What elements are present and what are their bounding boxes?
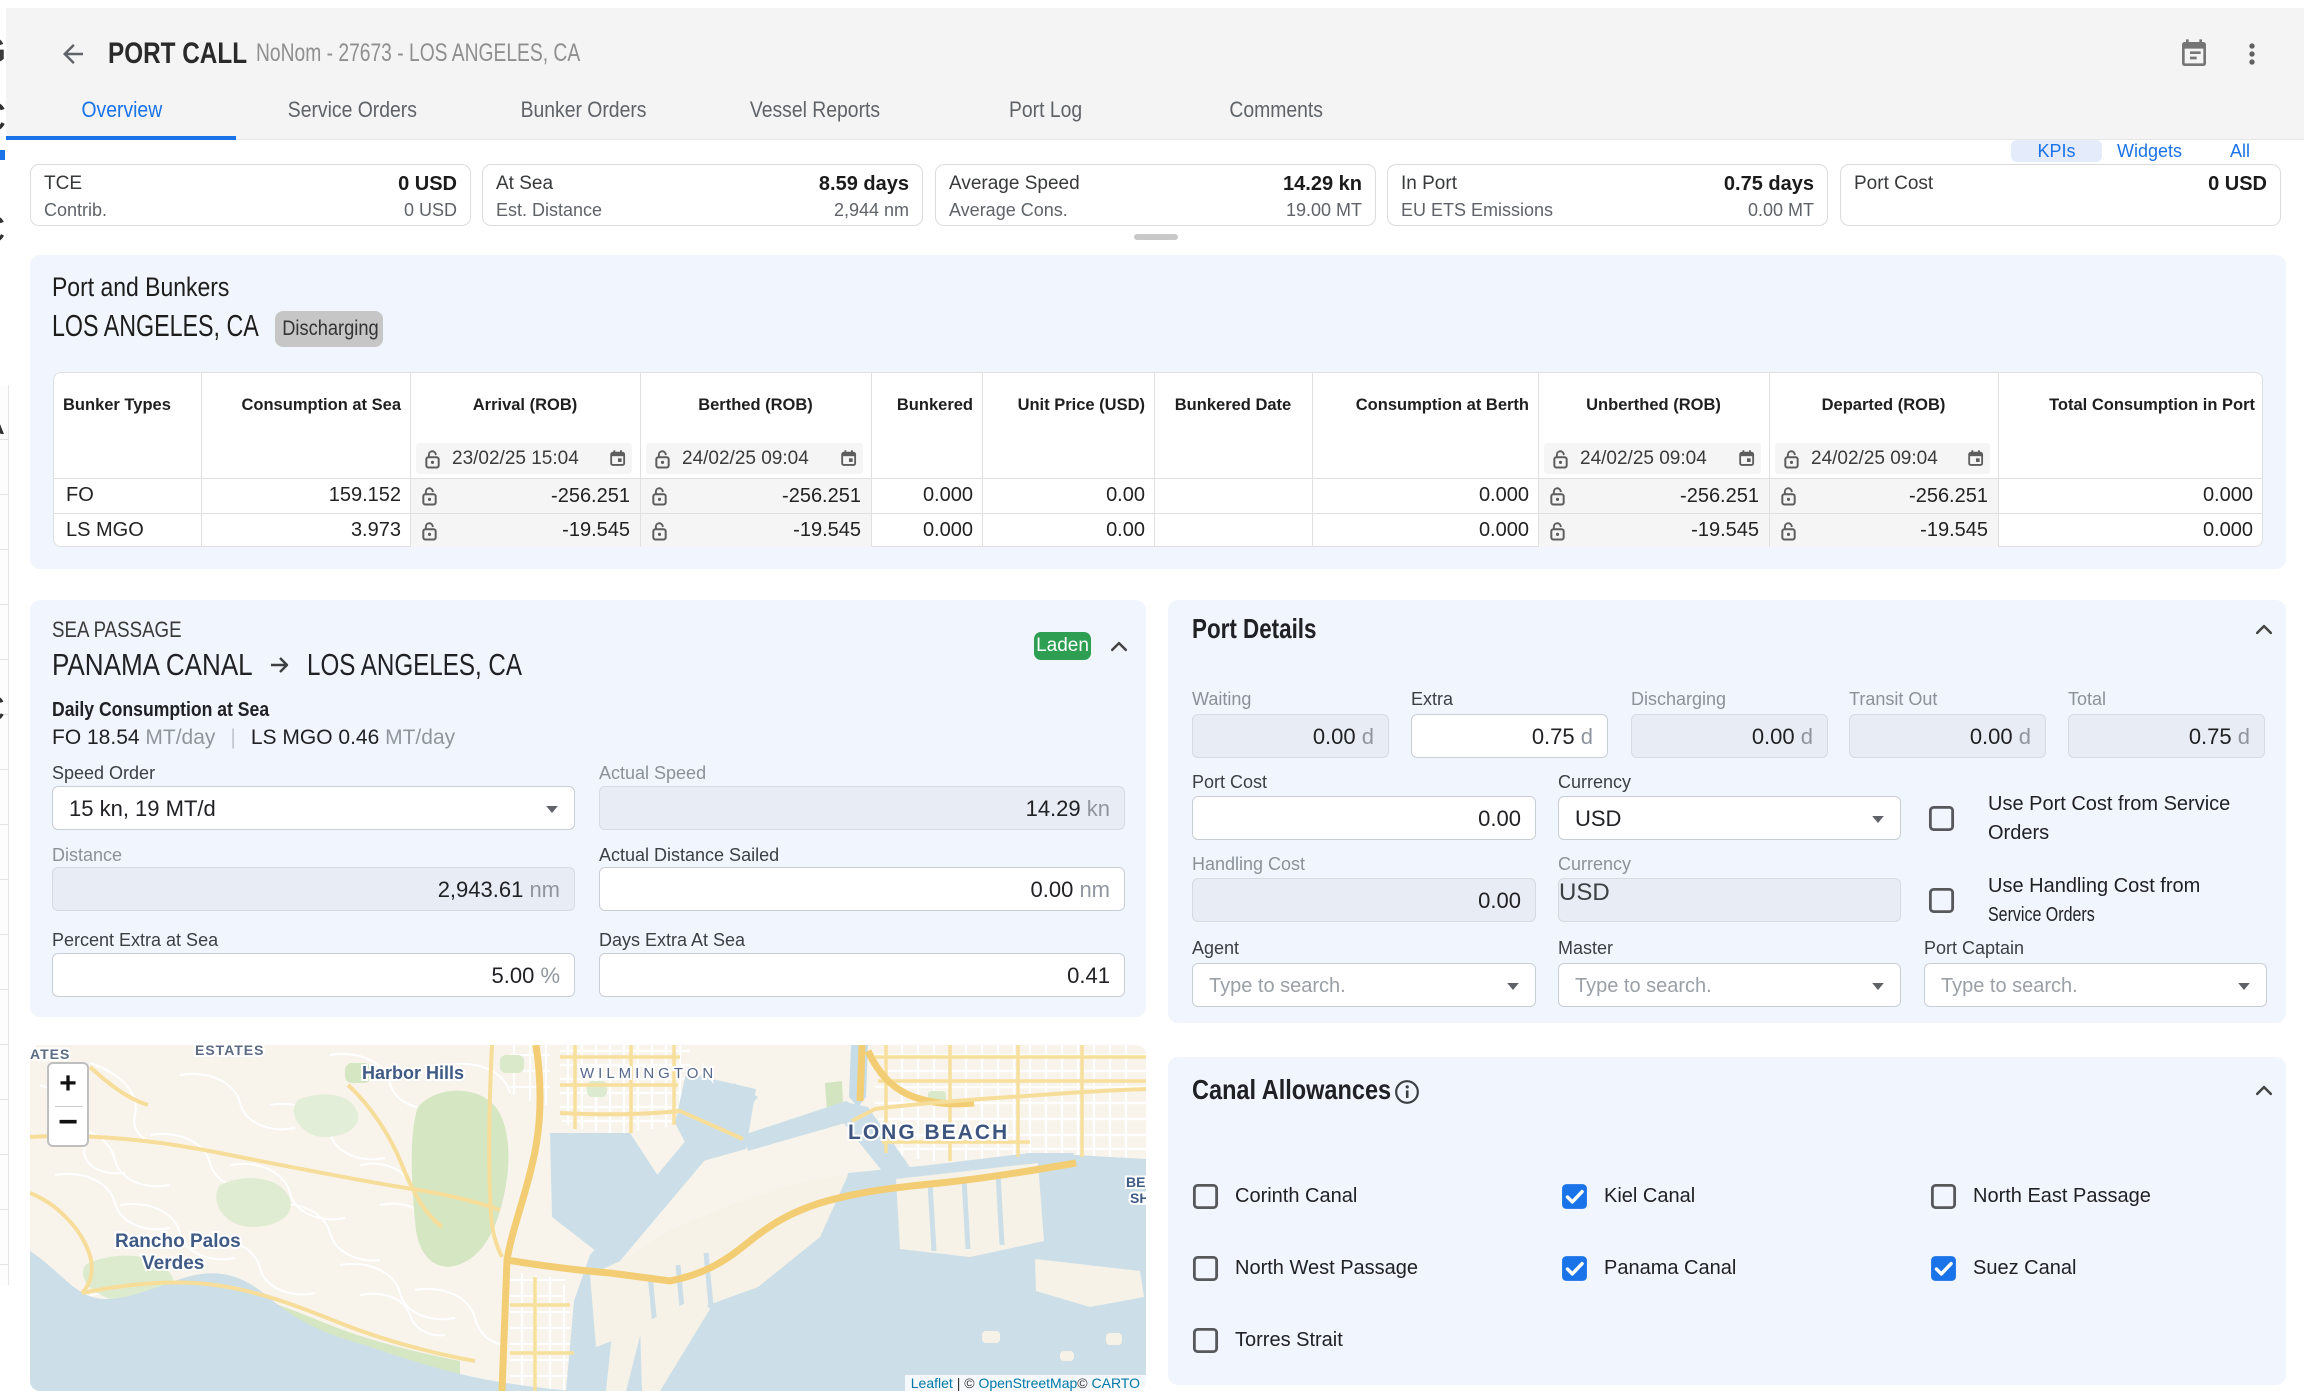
svg-text:Harbor Hills: Harbor Hills [362,1063,464,1083]
svg-text:Rancho Palos: Rancho Palos [115,1231,241,1252]
svg-text:LONG BEACH: LONG BEACH [848,1121,1009,1144]
svg-text:ESTATES: ESTATES [195,1045,265,1058]
svg-text:ATES: ATES [30,1046,70,1062]
svg-text:SH›: SH› [1130,1190,1146,1206]
svg-text:WILMINGTON: WILMINGTON [580,1065,717,1082]
svg-text:Verdes: Verdes [142,1253,204,1274]
svg-text:BELN: BELN [1126,1174,1146,1190]
